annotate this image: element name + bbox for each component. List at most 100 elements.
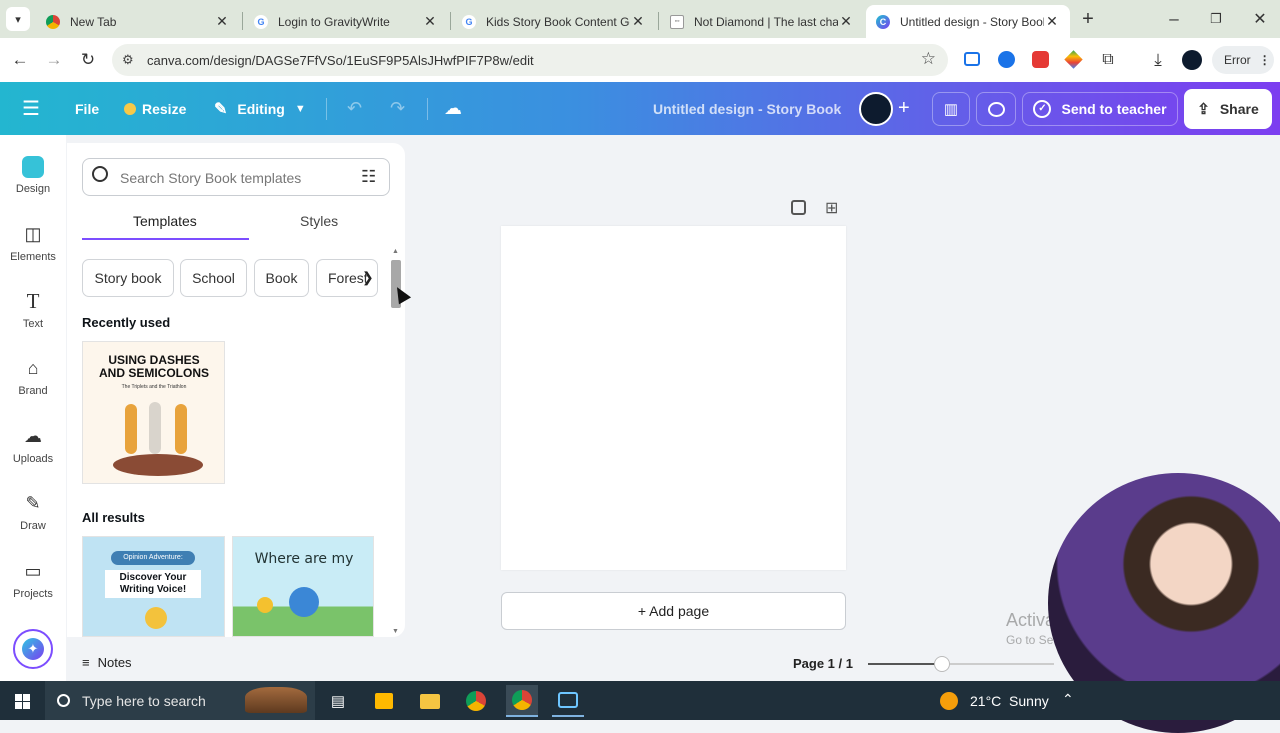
result-template-thumb[interactable]: Opinion Adventure: Discover Your Writing… xyxy=(82,536,225,637)
screen-recorder-icon[interactable] xyxy=(552,685,584,717)
store-icon[interactable] xyxy=(368,685,400,717)
close-icon[interactable]: ✕ xyxy=(630,13,646,30)
chrome-icon[interactable] xyxy=(460,685,492,717)
scroll-down-arrow[interactable]: ▼ xyxy=(392,628,399,635)
tab-title: Login to GravityWrite xyxy=(278,14,390,29)
redo-icon[interactable]: ↷ xyxy=(390,82,405,135)
tab-kids-story-book[interactable]: G Kids Story Book Content Ge ✕ xyxy=(452,5,656,38)
profile-avatar[interactable] xyxy=(1182,50,1202,70)
result-template-thumb[interactable]: Where are my xyxy=(232,536,374,637)
chip-school[interactable]: School xyxy=(180,259,247,297)
restore-button[interactable]: ❐ xyxy=(1204,7,1228,31)
file-explorer-icon[interactable] xyxy=(414,685,446,717)
chevron-right-icon[interactable]: ❯ xyxy=(362,269,374,286)
rail-item-design[interactable]: Design xyxy=(0,155,66,195)
scroll-up-arrow[interactable]: ▲ xyxy=(392,248,399,255)
chip-story-book[interactable]: Story book xyxy=(82,259,174,297)
tab-untitled-design[interactable]: C Untitled design - Story Book ✕ xyxy=(866,5,1070,38)
rail-item-text[interactable]: T Text xyxy=(0,290,66,330)
extension-screen-icon[interactable] xyxy=(964,52,980,66)
rail-label: Text xyxy=(22,318,44,330)
menu-icon[interactable]: ☰ xyxy=(22,82,40,135)
close-icon[interactable]: ✕ xyxy=(422,13,438,30)
minimize-button[interactable]: – xyxy=(1162,7,1186,31)
comments-button[interactable] xyxy=(976,92,1016,126)
tab-search-button[interactable]: ▾ xyxy=(6,7,30,31)
close-window-button[interactable]: ✕ xyxy=(1248,7,1272,31)
resize-button[interactable]: Resize xyxy=(124,82,186,135)
bear-illustration-icon xyxy=(245,687,307,713)
thumb-title: USING DASHES AND SEMICOLONS xyxy=(98,353,209,380)
address-bar[interactable]: ⚙ canva.com/design/DAGSe7FfVSo/1EuSF9P5A… xyxy=(112,44,948,76)
crown-icon xyxy=(124,102,136,115)
add-collaborator-icon[interactable]: + xyxy=(898,82,910,135)
chrome-profile-icon[interactable] xyxy=(506,685,538,717)
send-to-teacher-button[interactable]: ✓ Send to teacher xyxy=(1022,92,1178,126)
extensions-puzzle-icon[interactable]: ⧉ xyxy=(1096,48,1120,72)
notes-button[interactable]: ≡ Notes xyxy=(82,655,132,670)
tray-chevron-up-icon[interactable]: ⌃ xyxy=(1062,691,1074,708)
chrome-icon xyxy=(46,14,60,29)
tab-gravitywrite[interactable]: G Login to GravityWrite ✕ xyxy=(244,5,448,38)
scrollbar-track[interactable]: ▲ ▼ xyxy=(390,248,402,638)
rail-item-uploads[interactable]: ☁ Uploads xyxy=(0,425,66,465)
close-icon[interactable]: ✕ xyxy=(1044,13,1060,30)
forward-icon[interactable]: → xyxy=(42,48,66,72)
rail-item-elements[interactable]: ◫ Elements xyxy=(0,223,66,263)
windows-taskbar: Type here to search ▤ 21°C Sunny ⌃ xyxy=(0,681,1280,720)
recent-template-thumb[interactable]: USING DASHES AND SEMICOLONS The Triplets… xyxy=(82,341,225,484)
chip-book[interactable]: Book xyxy=(254,259,309,297)
rail-item-draw[interactable]: ✎ Draw xyxy=(0,492,66,532)
task-view-icon[interactable]: ▤ xyxy=(322,685,354,717)
taskbar-search[interactable]: Type here to search xyxy=(45,681,315,720)
reload-icon[interactable]: ↻ xyxy=(76,48,100,72)
filter-icon[interactable]: ☷ xyxy=(361,167,376,187)
tab-title: Kids Story Book Content Ge xyxy=(486,14,630,29)
analytics-button[interactable]: ▥ xyxy=(932,92,970,126)
thumb-subtitle: The Triplets and the Triathlon xyxy=(121,384,187,390)
tab-separator xyxy=(658,12,659,30)
undo-icon[interactable]: ↶ xyxy=(347,82,362,135)
tab-not-diamond[interactable]: ◦◦ Not Diamond | The last chat ✕ xyxy=(660,5,864,38)
page-indicator[interactable]: Page 1 / 1 xyxy=(793,656,853,671)
extension-diamond-icon[interactable] xyxy=(1064,50,1083,69)
share-label: Share xyxy=(1219,101,1259,117)
download-icon[interactable]: ⤓ xyxy=(1146,48,1170,72)
zoom-slider-handle[interactable] xyxy=(934,656,950,672)
close-icon[interactable]: ✕ xyxy=(214,13,230,30)
template-search[interactable]: Search Story Book templates ☷ xyxy=(82,158,390,196)
design-page[interactable] xyxy=(501,226,846,570)
cloud-save-icon[interactable]: ☁ xyxy=(444,82,462,135)
zoom-slider[interactable] xyxy=(868,656,1054,672)
tab-new-tab[interactable]: New Tab ✕ xyxy=(36,5,240,38)
new-tab-button[interactable]: + xyxy=(1076,7,1100,31)
file-button[interactable]: File xyxy=(75,82,99,135)
close-icon[interactable]: ✕ xyxy=(838,13,854,30)
share-button[interactable]: ⇪ Share xyxy=(1184,89,1272,129)
user-avatar[interactable] xyxy=(859,92,893,126)
design-icon xyxy=(0,155,66,179)
all-results-heading: All results xyxy=(82,510,145,525)
search-input[interactable]: Search Story Book templates xyxy=(120,170,301,186)
tab-styles[interactable]: Styles xyxy=(300,213,338,229)
bookmark-star-icon[interactable]: ☆ xyxy=(921,49,936,69)
brand-icon: ⌂ xyxy=(27,358,39,378)
add-page-button[interactable]: + Add page xyxy=(501,592,846,630)
site-info-icon[interactable]: ⚙ xyxy=(122,52,134,68)
magic-button[interactable]: ✦ xyxy=(13,629,53,669)
rail-item-projects[interactable]: ▭ Projects xyxy=(0,560,66,600)
tab-templates[interactable]: Templates xyxy=(133,213,197,229)
extension-record-icon[interactable] xyxy=(1032,51,1049,68)
rail-item-brand[interactable]: ⌂ Brand xyxy=(0,357,66,397)
notdiamond-icon: ◦◦ xyxy=(670,14,684,29)
back-icon[interactable]: ← xyxy=(8,48,32,72)
pencil-icon: ✎ xyxy=(214,100,228,118)
add-page-icon[interactable]: ⊞ xyxy=(825,198,838,218)
document-title[interactable]: Untitled design - Story Book xyxy=(653,82,841,135)
extension-play-icon[interactable] xyxy=(998,51,1015,68)
error-button[interactable]: Error ⋮ xyxy=(1212,46,1274,74)
duplicate-page-icon[interactable] xyxy=(791,200,806,215)
windows-start-icon[interactable] xyxy=(6,685,38,717)
editing-dropdown[interactable]: ✎ Editing ▼ xyxy=(214,82,306,135)
weather-widget[interactable]: 21°C Sunny xyxy=(940,681,1049,720)
